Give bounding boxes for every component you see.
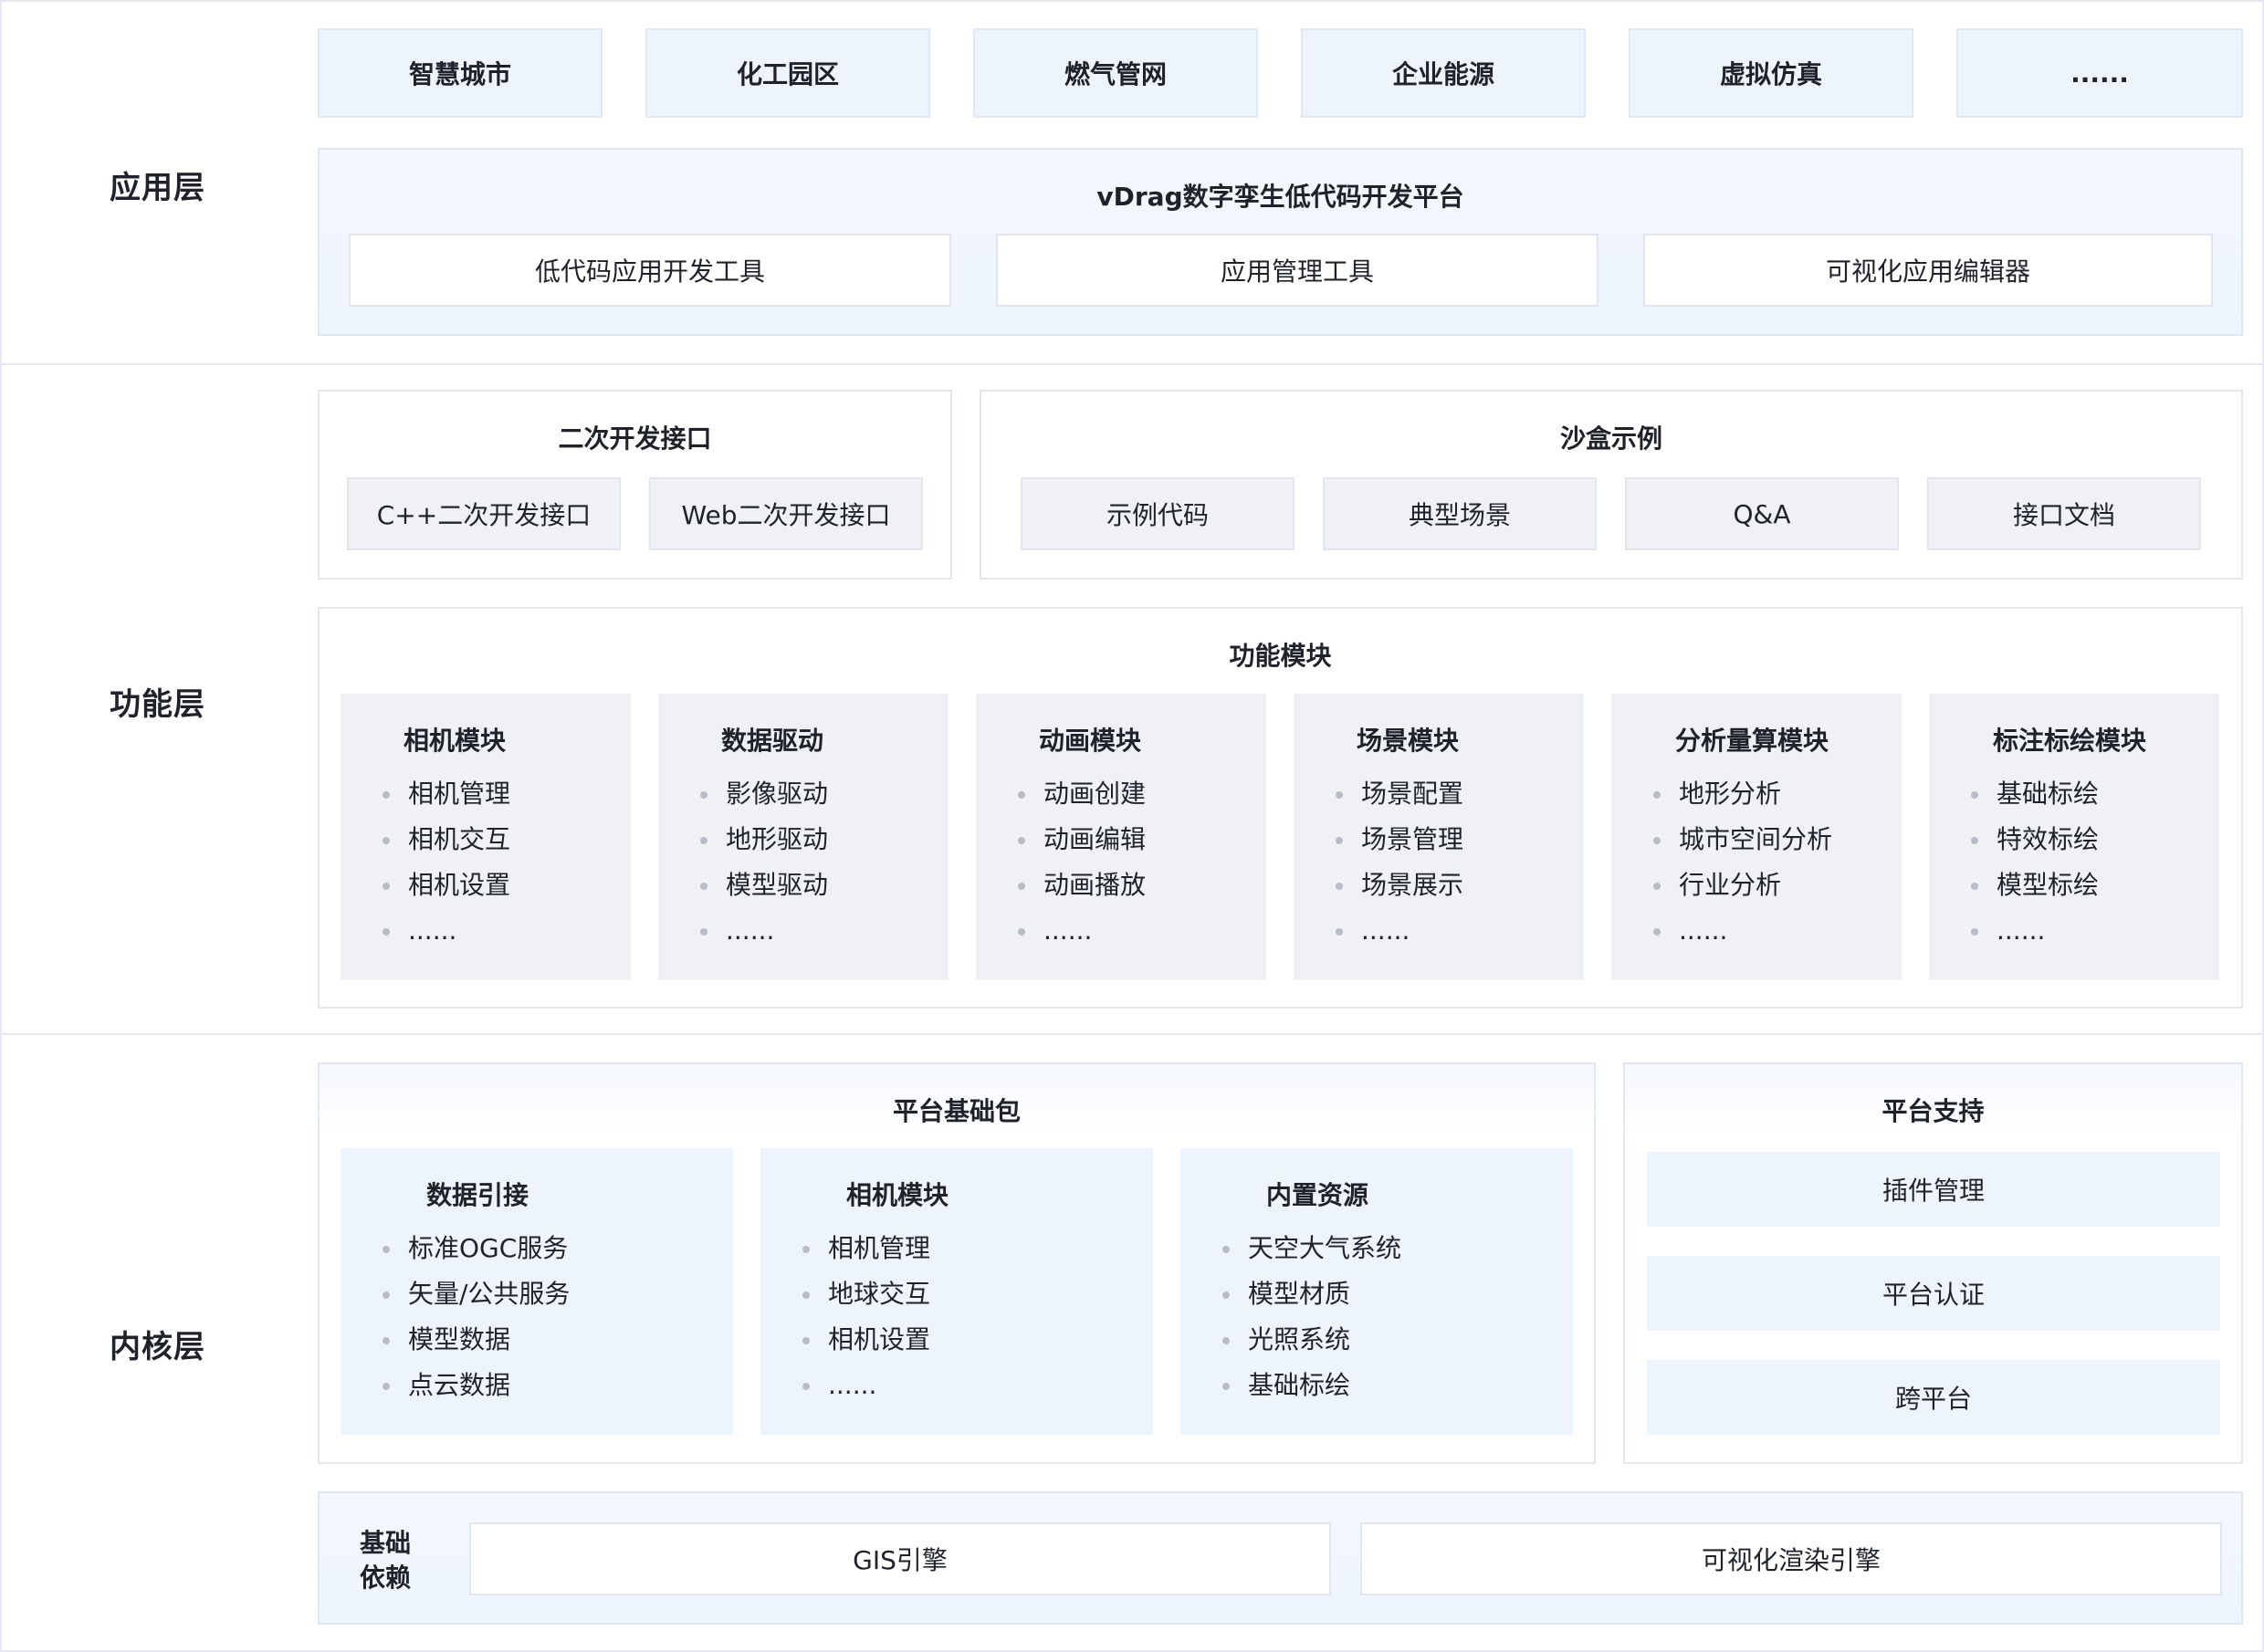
module-title: 相机模块 xyxy=(403,726,506,756)
vdrag-platform-title: vDrag数字孪生低代码开发平台 xyxy=(1096,182,1464,212)
list-item: 天空大气系统 xyxy=(1222,1232,1401,1278)
sandbox-panel: 沙盒示例 示例代码 典型场景 Q&A 接口文档 xyxy=(980,390,2243,580)
core-card-title: 内置资源 xyxy=(1265,1180,1368,1210)
list-item: 相机交互 xyxy=(383,823,510,869)
platform-base-package-title: 平台基础包 xyxy=(892,1096,1021,1126)
module-card-animation: 动画模块 动画创建 动画编辑 动画播放 ...... xyxy=(976,694,1266,980)
core-card-camera: 相机模块 相机管理 地球交互 相机设置 ...... xyxy=(760,1148,1153,1435)
app-layer-title: 应用层 xyxy=(110,170,205,206)
typical-scenes: 典型场景 xyxy=(1323,477,1597,550)
module-card-analysis: 分析量算模块 地形分析 城市空间分析 行业分析 ...... xyxy=(1611,694,1902,980)
list-item: 矢量/公共服务 xyxy=(383,1278,570,1323)
module-card-camera: 相机模块 相机管理 相机交互 相机设置 ...... xyxy=(341,694,631,980)
scene-enterprise-energy: 企业能源 xyxy=(1301,28,1586,118)
module-card-data-driven: 数据驱动 影像驱动 地形驱动 模型驱动 ...... xyxy=(658,694,949,980)
module-title: 数据驱动 xyxy=(720,726,823,756)
cpp-sdk: C++二次开发接口 xyxy=(347,477,621,550)
list-item: 相机管理 xyxy=(383,778,510,823)
list-item: 基础标绘 xyxy=(1222,1369,1401,1415)
core-layer-title: 内核层 xyxy=(110,1329,205,1365)
api-docs: 接口文档 xyxy=(1927,477,2201,550)
list-item: 影像驱动 xyxy=(700,778,828,823)
base-dependencies-label-line2: 依赖 xyxy=(360,1563,412,1593)
list-item: ...... xyxy=(1653,915,1832,960)
visual-app-editor: 可视化应用编辑器 xyxy=(1643,234,2213,307)
module-title: 动画模块 xyxy=(1038,726,1141,756)
list-item: 城市空间分析 xyxy=(1653,823,1832,869)
list-item: 动画播放 xyxy=(1018,869,1146,915)
func-layer-title: 功能层 xyxy=(110,686,205,723)
list-item: 标准OGC服务 xyxy=(383,1232,570,1278)
vdrag-platform-panel: vDrag数字孪生低代码开发平台 低代码应用开发工具 应用管理工具 可视化应用编… xyxy=(318,148,2243,336)
list-item: 光照系统 xyxy=(1222,1323,1401,1369)
list-item: 基础标绘 xyxy=(1971,778,2099,823)
scene-virtual-simulation: 虚拟仿真 xyxy=(1629,28,1913,118)
list-item: 行业分析 xyxy=(1653,869,1832,915)
sdk-panel: 二次开发接口 C++二次开发接口 Web二次开发接口 xyxy=(318,390,952,580)
list-item: ...... xyxy=(1336,915,1463,960)
platform-support-panel: 平台支持 插件管理 平台认证 跨平台 xyxy=(1623,1062,2243,1464)
plugin-management: 插件管理 xyxy=(1647,1152,2220,1227)
list-item: 相机设置 xyxy=(802,1323,930,1369)
scene-smart-city: 智慧城市 xyxy=(318,28,603,118)
sandbox-title: 沙盒示例 xyxy=(1559,423,1662,454)
list-item: ...... xyxy=(1018,915,1146,960)
list-item: 特效标绘 xyxy=(1971,823,2099,869)
web-sdk: Web二次开发接口 xyxy=(649,477,923,550)
core-card-title: 相机模块 xyxy=(845,1180,949,1210)
list-item: ...... xyxy=(1971,915,2099,960)
core-card-builtin-resources: 内置资源 天空大气系统 模型材质 光照系统 基础标绘 xyxy=(1180,1148,1573,1435)
module-title: 分析量算模块 xyxy=(1674,726,1829,756)
app-management-tool: 应用管理工具 xyxy=(996,234,1598,307)
sample-code: 示例代码 xyxy=(1021,477,1294,550)
gis-engine: GIS引擎 xyxy=(469,1522,1331,1595)
module-title: 标注标绘模块 xyxy=(1992,726,2146,756)
core-card-title: 数据引接 xyxy=(425,1180,529,1210)
list-item: 地球交互 xyxy=(802,1278,930,1323)
core-card-data-access: 数据引接 标准OGC服务 矢量/公共服务 模型数据 点云数据 xyxy=(341,1148,733,1435)
platform-authentication: 平台认证 xyxy=(1647,1256,2220,1331)
base-dependencies-label: 基础 依赖 xyxy=(360,1526,411,1595)
qa: Q&A xyxy=(1625,477,1899,550)
base-dependencies-panel: 基础 依赖 GIS引擎 可视化渲染引擎 xyxy=(318,1491,2243,1625)
cross-platform: 跨平台 xyxy=(1647,1360,2220,1435)
list-item: 场景展示 xyxy=(1336,869,1463,915)
list-item: 相机管理 xyxy=(802,1232,930,1278)
list-item: 模型数据 xyxy=(383,1323,570,1369)
scene-gas-network: 燃气管网 xyxy=(973,28,1258,118)
platform-support-title: 平台支持 xyxy=(1881,1096,1985,1126)
list-item: 场景管理 xyxy=(1336,823,1463,869)
list-item: 模型标绘 xyxy=(1971,869,2099,915)
list-item: ...... xyxy=(802,1369,930,1415)
base-dependencies-label-line1: 基础 xyxy=(360,1528,412,1558)
list-item: ...... xyxy=(383,915,510,960)
module-card-scene: 场景模块 场景配置 场景管理 场景展示 ...... xyxy=(1294,694,1584,980)
list-item: ...... xyxy=(700,915,828,960)
scene-chemical-park: 化工园区 xyxy=(645,28,930,118)
list-item: 地形分析 xyxy=(1653,778,1832,823)
lowcode-dev-tool: 低代码应用开发工具 xyxy=(349,234,951,307)
list-item: 点云数据 xyxy=(383,1369,570,1415)
list-item: 动画编辑 xyxy=(1018,823,1146,869)
scene-more: ...... xyxy=(1956,28,2243,118)
list-item: 场景配置 xyxy=(1336,778,1463,823)
list-item: 动画创建 xyxy=(1018,778,1146,823)
module-title: 场景模块 xyxy=(1356,726,1459,756)
module-card-annotation: 标注标绘模块 基础标绘 特效标绘 模型标绘 ...... xyxy=(1929,694,2219,980)
sdk-title: 二次开发接口 xyxy=(558,423,712,454)
list-item: 相机设置 xyxy=(383,869,510,915)
list-item: 模型材质 xyxy=(1222,1278,1401,1323)
visual-render-engine: 可视化渲染引擎 xyxy=(1360,1522,2222,1595)
function-modules-title: 功能模块 xyxy=(1229,641,1332,671)
list-item: 地形驱动 xyxy=(700,823,828,869)
list-item: 模型驱动 xyxy=(700,869,828,915)
